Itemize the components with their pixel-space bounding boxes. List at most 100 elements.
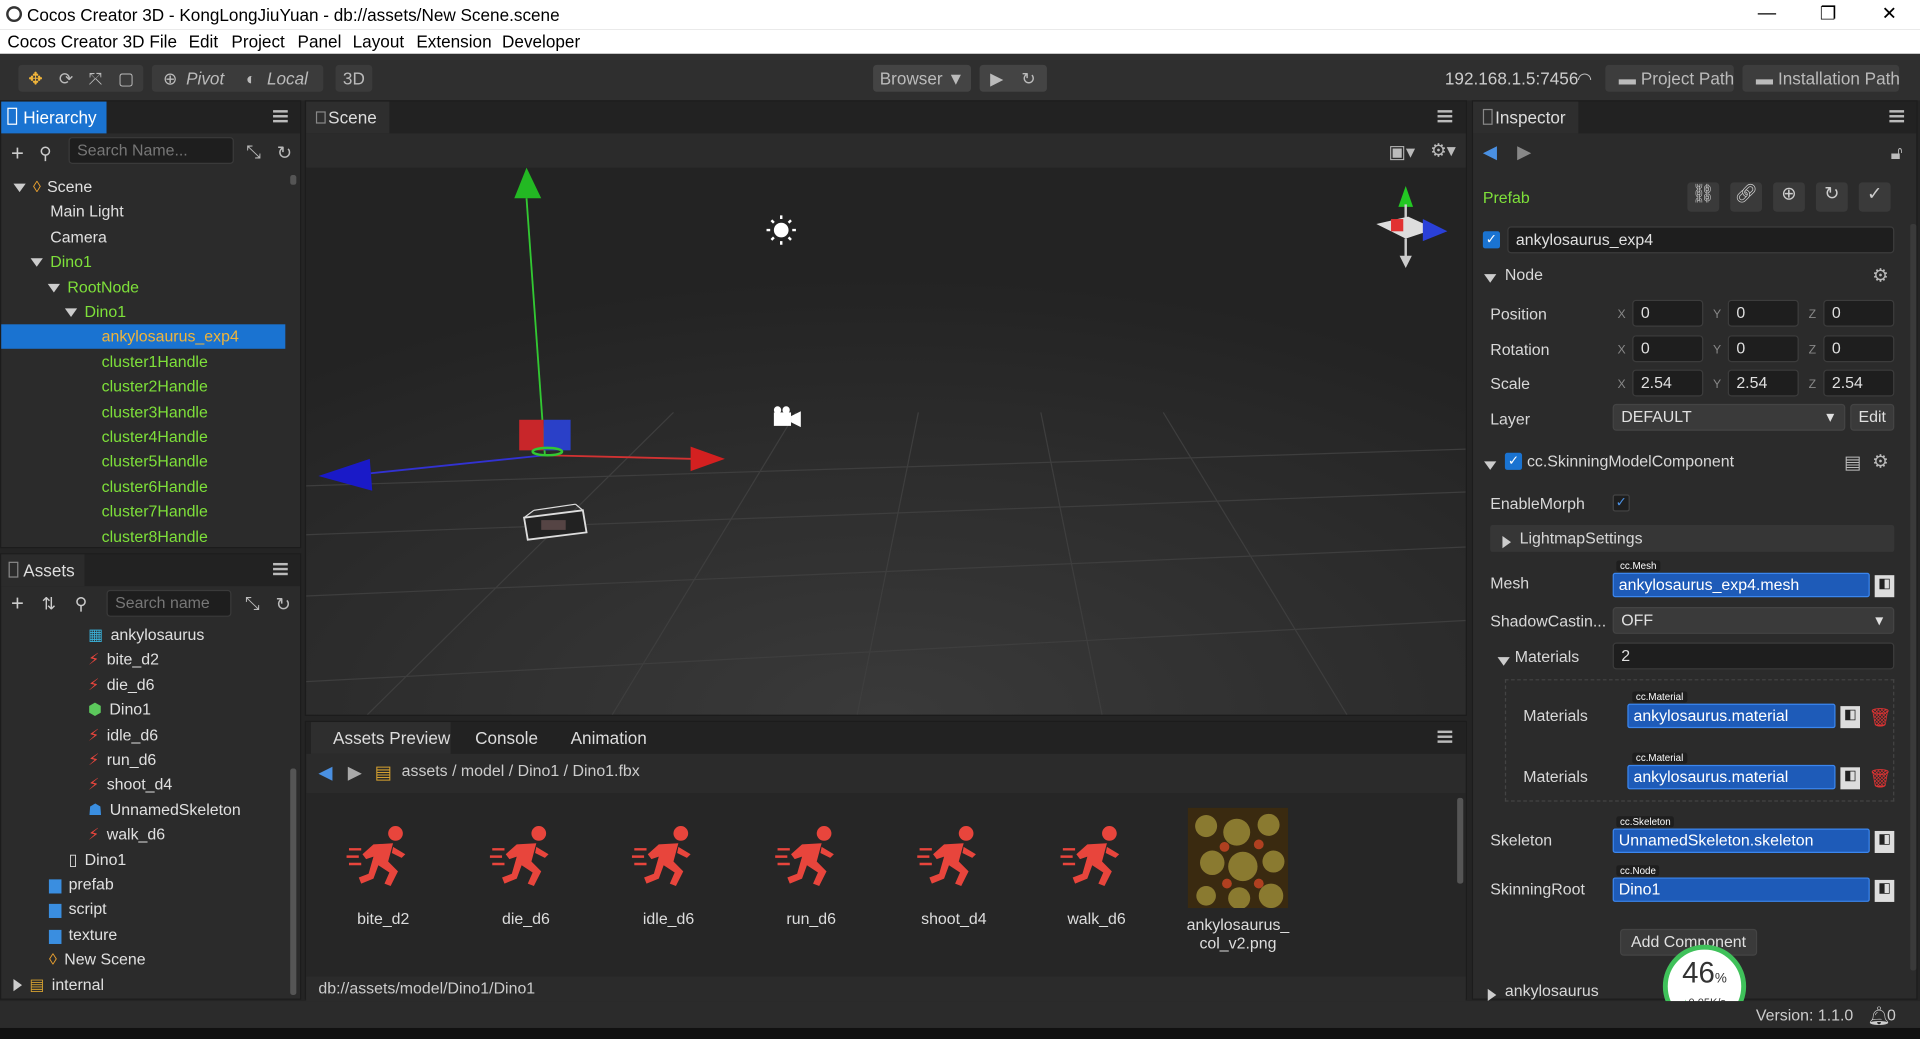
material-0-picker-icon[interactable]: ◧	[1840, 706, 1861, 729]
search-filter-icon-2[interactable]: ⚲	[75, 594, 88, 615]
animation-clip-thumb[interactable]: shoot_d4	[899, 822, 1009, 928]
menu-panel[interactable]: Panel	[298, 32, 342, 52]
hierarchy-node[interactable]: ankylosaurus_exp4	[1, 324, 286, 350]
asset-item[interactable]: ⚡ run_d6	[1, 748, 285, 772]
position-z-input[interactable]: 0	[1823, 299, 1895, 327]
expand-arrow-icon[interactable]	[13, 979, 23, 992]
local-toggle[interactable]: Local	[267, 66, 308, 90]
tab-console[interactable]: Console	[453, 722, 544, 754]
hierarchy-node[interactable]: ◊ Scene	[1, 175, 285, 199]
collapse-icon-2[interactable]: ⤡	[245, 594, 260, 615]
asset-item[interactable]: ☗ UnnamedSkeleton	[1, 798, 285, 822]
component-enabled-checkbox[interactable]: ✓	[1504, 452, 1523, 470]
rotation-z-input[interactable]: 0	[1823, 335, 1895, 363]
locate-prefab-icon[interactable]: ⊕	[1773, 182, 1805, 212]
maximize-button[interactable]: ❐	[1810, 2, 1847, 25]
scale-x-input[interactable]: 2.54	[1632, 369, 1704, 397]
asset-item[interactable]: ▯ Dino1	[1, 848, 285, 872]
refresh-icon[interactable]: ↻	[1016, 66, 1040, 90]
hierarchy-node[interactable]: cluster5Handle	[1, 450, 285, 474]
hierarchy-scrollbar[interactable]	[290, 175, 297, 185]
scale-tool-icon[interactable]: ⤧	[83, 66, 107, 90]
asset-item[interactable]: ▆ script	[1, 898, 285, 922]
asset-item[interactable]: ▦ ankylosaurus	[1, 623, 285, 647]
install-path-button[interactable]: Installation Path	[1778, 66, 1900, 90]
search-filter-icon[interactable]: ⚲	[39, 143, 52, 164]
assets-search-input[interactable]: Search name	[106, 589, 232, 617]
scene-menu-icon[interactable]	[1437, 110, 1453, 123]
hierarchy-search-input[interactable]: Search Name...	[68, 137, 234, 164]
hierarchy-node[interactable]: Main Light	[1, 200, 285, 224]
hierarchy-node[interactable]: cluster6Handle	[1, 475, 285, 499]
crumb-assets[interactable]: assets	[402, 761, 448, 779]
pivot-toggle[interactable]: Pivot	[186, 66, 224, 90]
rotation-x-input[interactable]: 0	[1632, 335, 1704, 363]
hierarchy-node[interactable]: RootNode	[1, 275, 285, 299]
move-tool-icon[interactable]: ✥	[23, 66, 47, 90]
refresh-assets-icon[interactable]: ↻	[276, 594, 291, 616]
lightmap-settings-row[interactable]: LightmapSettings	[1490, 525, 1895, 552]
enable-morph-checkbox[interactable]: ✓	[1612, 494, 1630, 512]
hierarchy-node[interactable]: cluster4Handle	[1, 425, 285, 449]
layer-edit-button[interactable]: Edit	[1850, 403, 1895, 431]
expand-arrow-icon[interactable]	[64, 308, 78, 318]
rect-tool-icon[interactable]: ▢	[114, 66, 138, 90]
hierarchy-node[interactable]: cluster8Handle	[1, 525, 285, 549]
mesh-asset-field[interactable]: ankylosaurus_exp4.mesh	[1612, 572, 1870, 598]
mesh-picker-icon[interactable]: ◧	[1874, 575, 1895, 598]
skinning-root-picker-icon[interactable]: ◧	[1874, 879, 1895, 902]
menu-extension[interactable]: Extension	[416, 32, 491, 52]
close-button[interactable]: ✕	[1871, 2, 1908, 25]
browser-select[interactable]: Browser ▼	[873, 66, 971, 90]
asset-item[interactable]: ▆ prefab	[1, 873, 285, 897]
inspector-scrollbar[interactable]	[1910, 223, 1917, 971]
asset-item[interactable]: ⚡ walk_d6	[1, 823, 285, 847]
lock-icon[interactable]: 🔓︎	[1891, 143, 1903, 164]
animation-clip-thumb[interactable]: die_d6	[471, 822, 581, 928]
project-path-button[interactable]: Project Path	[1641, 66, 1734, 90]
material-1-picker-icon[interactable]: ◧	[1840, 767, 1861, 790]
mode-3d-button[interactable]: 3D	[336, 66, 373, 90]
back-icon[interactable]: ◀	[318, 761, 332, 783]
animation-clip-thumb[interactable]: run_d6	[756, 822, 866, 928]
material-0-delete-icon[interactable]: 🗑︎	[1869, 706, 1892, 728]
scene-viewport[interactable]	[306, 167, 1466, 715]
menu-edit[interactable]: Edit	[189, 32, 219, 52]
crumb-model[interactable]: model	[461, 761, 504, 779]
tab-assets-preview[interactable]: Assets Preview	[311, 722, 451, 754]
asset-item[interactable]: ◊ New Scene	[1, 947, 285, 971]
asset-item[interactable]: ⬢ Dino1	[1, 698, 285, 722]
menu-file[interactable]: File	[149, 32, 177, 52]
crumb-dino1[interactable]: Dino1	[518, 761, 560, 779]
play-icon[interactable]: ▶	[984, 66, 1008, 90]
scale-y-input[interactable]: 2.54	[1727, 369, 1799, 397]
inspector-menu-icon[interactable]	[1889, 110, 1905, 123]
sort-icon[interactable]: ⇅	[42, 594, 56, 615]
revert-prefab-icon[interactable]: ↻	[1815, 182, 1848, 212]
assets-scrollbar[interactable]	[290, 768, 297, 995]
skeleton-picker-icon[interactable]: ◧	[1874, 830, 1895, 853]
expand-arrow-icon[interactable]	[13, 183, 26, 193]
menu-layout[interactable]: Layout	[353, 32, 404, 52]
hierarchy-node[interactable]: Camera	[1, 225, 285, 249]
menu-developer[interactable]: Developer	[502, 32, 580, 52]
position-y-input[interactable]: 0	[1727, 299, 1799, 327]
material-1-delete-icon[interactable]: 🗑︎	[1869, 767, 1892, 790]
hierarchy-node[interactable]: cluster3Handle	[1, 400, 285, 424]
crumb-fbx[interactable]: Dino1.fbx	[572, 761, 639, 779]
asset-item[interactable]: ⚡ idle_d6	[1, 723, 285, 747]
hierarchy-node[interactable]: Dino1	[1, 250, 285, 274]
expand-arrow-icon[interactable]	[30, 258, 43, 268]
assets-menu-icon[interactable]	[273, 562, 288, 576]
animation-clip-thumb[interactable]: bite_d2	[328, 822, 438, 928]
back-icon-2[interactable]: ◀	[1483, 141, 1497, 163]
materials-count-input[interactable]: 2	[1612, 642, 1895, 670]
refresh-hierarchy-icon[interactable]: ↻	[277, 142, 292, 164]
asset-item[interactable]: ▆ texture	[1, 922, 285, 946]
component-settings-icon[interactable]: ⚙	[1872, 450, 1888, 473]
link-prefab-icon[interactable]: 🔗︎	[1730, 182, 1763, 212]
position-x-input[interactable]: 0	[1632, 299, 1704, 327]
bottom-menu-icon[interactable]	[1437, 730, 1453, 743]
asset-item[interactable]: ▤ internal	[1, 972, 285, 996]
unlink-prefab-icon[interactable]: ⛓︎	[1687, 182, 1720, 212]
